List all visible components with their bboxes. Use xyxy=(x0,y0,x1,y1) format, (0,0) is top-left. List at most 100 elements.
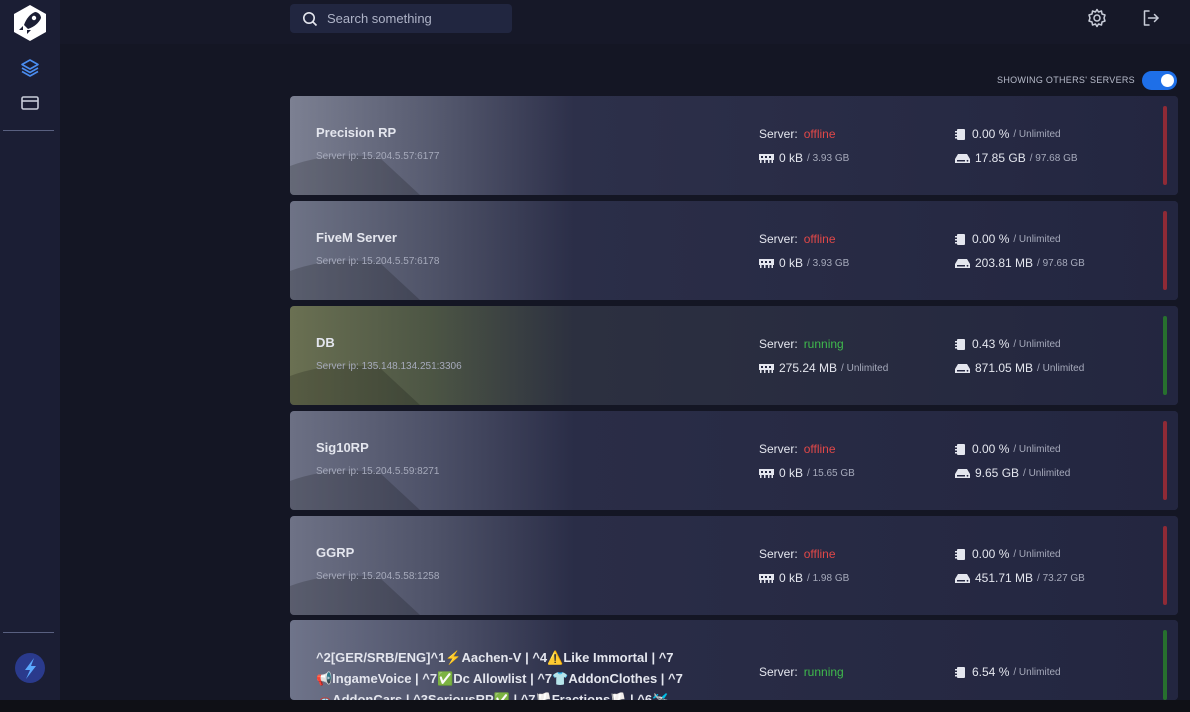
server-status-label: Server: xyxy=(759,127,798,141)
disk-usage: 871.05 MB / Unlimited xyxy=(955,361,1084,375)
cpu-icon xyxy=(955,548,965,560)
toggle-knob xyxy=(1161,74,1174,87)
cpu-value: 0.00 % xyxy=(972,442,1010,456)
memory-icon xyxy=(759,468,774,478)
cpu-value: 6.54 % xyxy=(972,665,1010,679)
status-bar xyxy=(1163,421,1167,500)
server-card[interactable]: ^2[GER/SRB/ENG]^1⚡Aachen-V | ^4⚠️Like Im… xyxy=(290,620,1178,700)
server-card[interactable]: DB Server ip: 135.148.134.251:3306 Server:… xyxy=(290,306,1178,405)
layers-icon[interactable] xyxy=(18,56,42,80)
search-input[interactable]: Search something xyxy=(290,4,512,33)
card-background xyxy=(290,96,1178,195)
memory-usage: 0 kB/ 15.65 GB xyxy=(759,466,855,480)
server-ip: Server ip: 15.204.5.59:8271 xyxy=(316,466,440,477)
server-status: Server: offline xyxy=(759,232,836,246)
cpu-icon xyxy=(955,338,965,350)
server-status: Server: offline xyxy=(759,442,836,456)
server-status: Server: offline xyxy=(759,547,836,561)
memory-value: 0 kB xyxy=(779,256,804,270)
cpu-limit: / Unlimited xyxy=(1013,666,1061,678)
disk-limit: / 97.68 GB xyxy=(1029,152,1078,164)
server-card[interactable]: FiveM Server Server ip: 15.204.5.57:6178 S… xyxy=(290,201,1178,300)
disk-usage: 203.81 MB/ 97.68 GB xyxy=(955,256,1085,270)
memory-limit: / Unlimited xyxy=(841,362,889,374)
server-status: Server: offline xyxy=(759,127,836,141)
memory-icon xyxy=(759,573,774,583)
server-status-label: Server: xyxy=(759,232,798,246)
gear-icon[interactable] xyxy=(1087,8,1107,28)
top-bar xyxy=(60,0,1190,44)
card-background xyxy=(290,411,1178,510)
status-text: offline xyxy=(803,127,836,141)
status-bar xyxy=(1163,526,1167,605)
disk-limit: / Unlimited xyxy=(1037,362,1085,374)
cpu-icon xyxy=(955,128,965,140)
memory-limit: / 3.93 GB xyxy=(807,257,850,269)
status-bar xyxy=(1163,630,1167,700)
server-ip: Server ip: 135.148.134.251:3306 xyxy=(316,361,462,372)
card-background xyxy=(290,201,1178,300)
rocket-logo-icon[interactable] xyxy=(11,4,49,42)
cpu-value: 0.00 % xyxy=(972,127,1010,141)
status-bar xyxy=(1163,316,1167,395)
sidebar-divider xyxy=(3,632,54,633)
showing-others-servers-toggle[interactable] xyxy=(1142,71,1177,90)
server-status-label: Server: xyxy=(759,442,798,456)
logout-icon[interactable] xyxy=(1141,8,1161,28)
disk-value: 203.81 MB xyxy=(975,256,1034,270)
server-status-label: Server: xyxy=(759,547,798,561)
server-card-icon[interactable] xyxy=(18,91,42,115)
memory-usage: 0 kB/ 3.93 GB xyxy=(759,151,849,165)
status-bar xyxy=(1163,211,1167,290)
server-name-line: ^2[GER/SRB/ENG]^1⚡Aachen-V | ^4⚠️Like Im… xyxy=(316,650,674,665)
server-status-label: Server: xyxy=(759,337,798,351)
cpu-value: 0.00 % xyxy=(972,547,1010,561)
memory-limit: / 15.65 GB xyxy=(807,467,855,479)
disk-limit: / 97.68 GB xyxy=(1037,257,1085,269)
server-ip: Server ip: 15.204.5.58:1258 xyxy=(316,571,440,582)
disk-value: 17.85 GB xyxy=(975,151,1026,165)
server-name: DB xyxy=(316,335,335,350)
server-name-line: 📢IngameVoice | ^7✅Dc Allowlist | ^7👕Addo… xyxy=(316,671,683,686)
cpu-icon xyxy=(955,443,965,455)
server-ip: Server ip: 15.204.5.57:6177 xyxy=(316,151,440,162)
search-icon xyxy=(303,11,318,26)
server-card[interactable]: Sig10RP Server ip: 15.204.5.59:8271 Server… xyxy=(290,411,1178,510)
memory-limit: / 1.98 GB xyxy=(807,572,850,584)
user-avatar[interactable] xyxy=(14,652,46,684)
disk-icon xyxy=(955,363,970,373)
cpu-usage: 0.00 % / Unlimited xyxy=(955,127,1061,141)
memory-icon xyxy=(759,153,774,163)
server-name: Sig10RP xyxy=(316,440,369,455)
disk-value: 871.05 MB xyxy=(975,361,1034,375)
status-text: running xyxy=(803,337,844,351)
cpu-limit: / Unlimited xyxy=(1013,233,1061,245)
cpu-usage: 6.54 % / Unlimited xyxy=(955,665,1061,679)
memory-value: 0 kB xyxy=(779,466,804,480)
cpu-limit: / Unlimited xyxy=(1013,443,1061,455)
status-text: offline xyxy=(803,442,836,456)
status-bar xyxy=(1163,106,1167,185)
status-text: offline xyxy=(803,232,836,246)
status-text: offline xyxy=(803,547,836,561)
cpu-icon xyxy=(955,233,965,245)
disk-value: 9.65 GB xyxy=(975,466,1020,480)
memory-usage: 275.24 MB / Unlimited xyxy=(759,361,888,375)
memory-icon xyxy=(759,258,774,268)
server-name: GGRP xyxy=(316,545,355,560)
disk-limit: / 73.27 GB xyxy=(1037,572,1085,584)
server-card[interactable]: GGRP Server ip: 15.204.5.58:1258 Server: of… xyxy=(290,516,1178,615)
server-name: Precision RP xyxy=(316,125,397,140)
sidebar-divider xyxy=(3,130,54,131)
search-placeholder: Search something xyxy=(327,11,432,26)
disk-value: 451.71 MB xyxy=(975,571,1034,585)
disk-icon xyxy=(955,468,970,478)
server-card[interactable]: Precision RP Server ip: 15.204.5.57:6177 S… xyxy=(290,96,1178,195)
cpu-value: 0.00 % xyxy=(972,232,1010,246)
disk-usage: 17.85 GB/ 97.68 GB xyxy=(955,151,1078,165)
cpu-value: 0.43 % xyxy=(972,337,1010,351)
sidebar xyxy=(0,0,60,700)
cpu-usage: 0.00 % / Unlimited xyxy=(955,547,1061,561)
disk-usage: 451.71 MB/ 73.27 GB xyxy=(955,571,1085,585)
memory-usage: 0 kB/ 3.93 GB xyxy=(759,256,849,270)
